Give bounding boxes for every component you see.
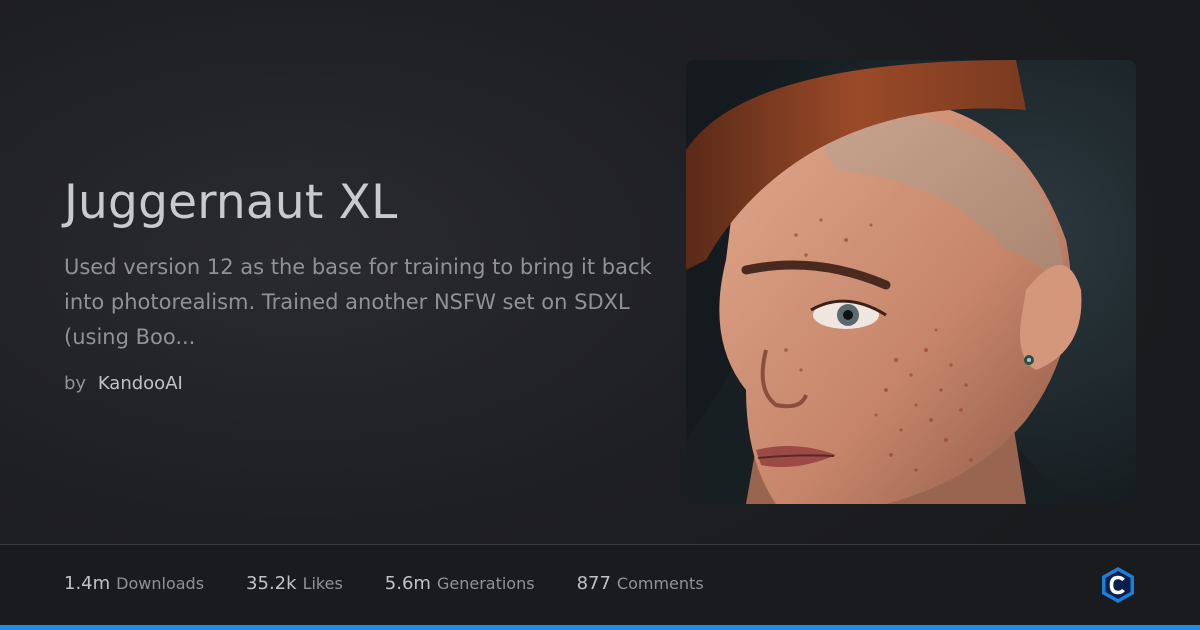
stat-value: 877: [576, 573, 611, 594]
stats-list: 1.4m Downloads 35.2k Likes 5.6m Generations…: [64, 573, 704, 594]
stat-comments: 877 Comments: [577, 573, 704, 594]
stat-generations: 5.6m Generations: [385, 573, 535, 594]
stat-label: Comments: [616, 574, 704, 593]
civitai-logo-icon[interactable]: [1100, 566, 1136, 604]
model-description: Used version 12 as the base for training…: [64, 255, 652, 349]
model-preview-image[interactable]: [686, 60, 1136, 504]
author-prefix: by: [64, 373, 87, 394]
og-card: Juggernaut XL Used version 12 as the bas…: [0, 0, 1200, 630]
author-name[interactable]: KandooAI: [98, 373, 183, 394]
stat-value: 5.6m: [384, 573, 431, 594]
stats-footer: 1.4m Downloads 35.2k Likes 5.6m Generations…: [0, 545, 1200, 625]
stat-value: 35.2k: [246, 573, 297, 594]
author-line: by KandooAI: [64, 373, 664, 394]
model-info: Juggernaut XL Used version 12 as the bas…: [64, 170, 664, 394]
stat-value: 1.4m: [64, 573, 111, 594]
stat-likes: 35.2k Likes: [246, 573, 343, 594]
accent-bar: [0, 625, 1200, 630]
model-title[interactable]: Juggernaut XL: [64, 170, 664, 236]
stat-label: Likes: [302, 574, 343, 593]
stat-label: Downloads: [116, 574, 205, 593]
stat-downloads: 1.4m Downloads: [64, 573, 204, 594]
stat-label: Generations: [436, 574, 535, 593]
portrait-image: [686, 60, 1136, 504]
